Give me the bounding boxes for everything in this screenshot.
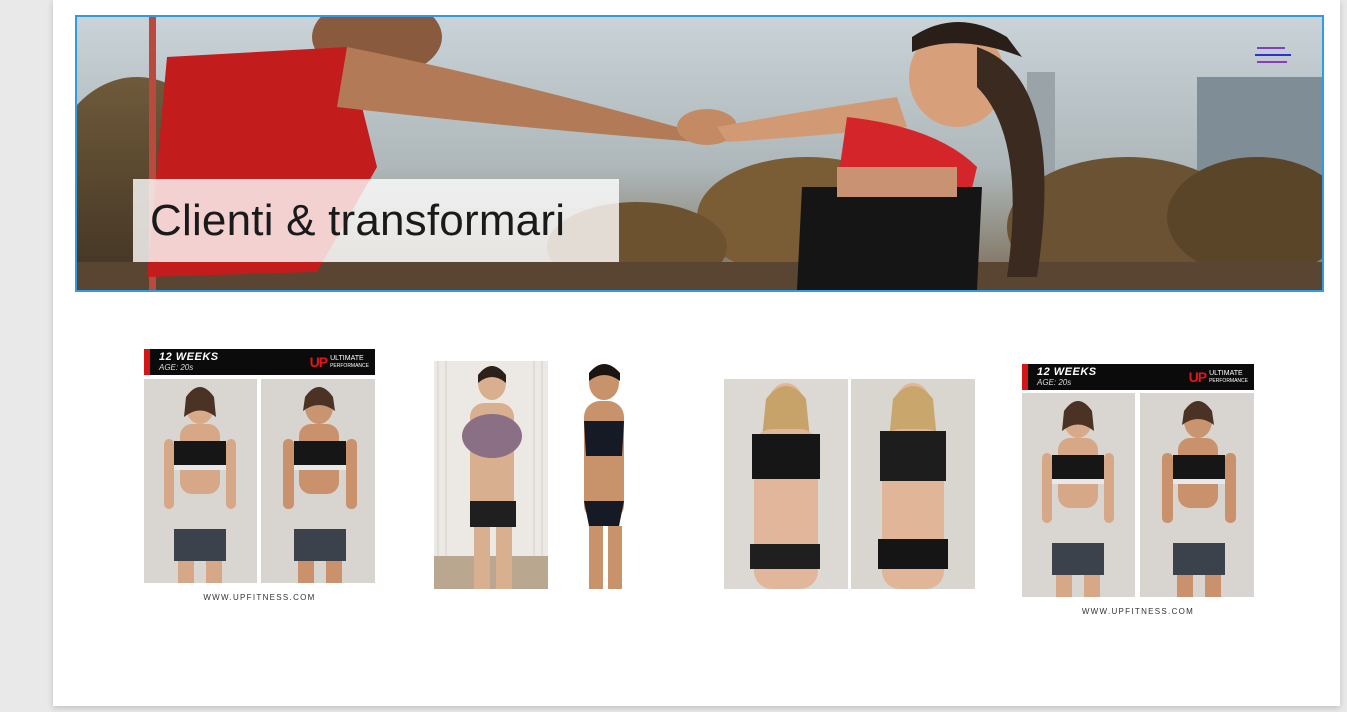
transformation-card-1[interactable]: 12 WEEKS AGE: 20s UP ULTIMATE PERFORMANC… [144, 349, 375, 604]
up-caption: WWW.UPFITNESS.COM [203, 593, 316, 602]
age-label: AGE: 20s [1037, 378, 1072, 387]
up-logo-text: ULTIMATE PERFORMANCE [1209, 370, 1248, 385]
up-logo-text: ULTIMATE PERFORMANCE [330, 355, 369, 370]
hero-title-box: Clienti & transformari [133, 179, 619, 262]
menu-line [1257, 61, 1287, 63]
up-header: 12 WEEKS AGE: 20s UP ULTIMATE PERFORMANC… [144, 349, 375, 375]
up-logo: UP ULTIMATE PERFORMANCE [310, 354, 369, 370]
before-after-photo [1022, 393, 1254, 597]
page-container: Clienti & transformari 12 WEEKS AGE: 20s… [53, 0, 1340, 706]
up-logo: UP ULTIMATE PERFORMANCE [1189, 369, 1248, 385]
brand-line-1: ULTIMATE [1209, 369, 1243, 377]
brand-line-1: ULTIMATE [330, 354, 364, 362]
age-label: AGE: 20s [159, 363, 194, 372]
menu-line [1255, 54, 1291, 56]
up-header: 12 WEEKS AGE: 20s UP ULTIMATE PERFORMANC… [1022, 364, 1254, 390]
menu-line [1257, 47, 1285, 49]
before-after-photo [434, 361, 624, 589]
transformation-card-2[interactable] [434, 361, 637, 589]
hamburger-menu-icon[interactable] [1253, 44, 1291, 68]
page-title: Clienti & transformari [150, 195, 566, 245]
before-after-photo [724, 379, 975, 589]
up-logo-mark: UP [309, 354, 328, 370]
up-caption: WWW.UPFITNESS.COM [1081, 607, 1195, 616]
brand-line-2: PERFORMANCE [1209, 377, 1248, 384]
hero-banner: Clienti & transformari [75, 15, 1324, 292]
brand-line-2: PERFORMANCE [330, 362, 369, 369]
transformation-card-4[interactable]: 12 WEEKS AGE: 20s UP ULTIMATE PERFORMANC… [1022, 364, 1254, 619]
transformation-card-3[interactable] [724, 379, 975, 589]
weeks-label: 12 WEEKS [159, 351, 219, 363]
before-after-photo [144, 379, 375, 583]
weeks-label: 12 WEEKS [1037, 366, 1097, 378]
up-logo-mark: UP [1188, 369, 1207, 385]
